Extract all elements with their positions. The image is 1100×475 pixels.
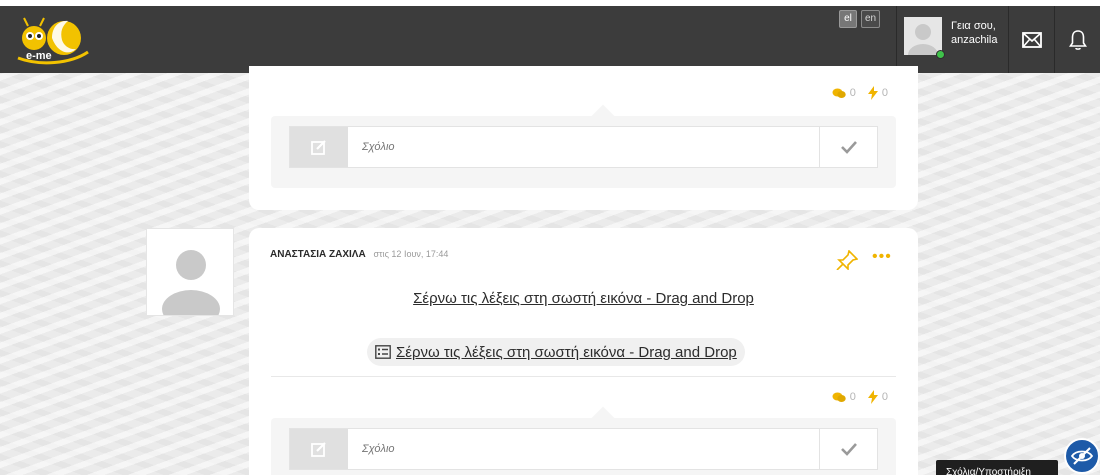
messages-button[interactable]	[1008, 6, 1054, 73]
submit-comment-button[interactable]	[819, 127, 877, 167]
user-greeting: Γεια σου, anzachila	[951, 19, 997, 47]
top-bar: e-me el en Γεια σου, anzachila	[0, 0, 1100, 73]
lightning-icon	[867, 86, 878, 100]
comment-section	[271, 406, 896, 475]
comment-form	[289, 126, 878, 168]
post-meta: ΑΝΑΣΤΑΣΙΑ ΖΑΧΙΛΑ στις 12 Ιουν, 17:44	[270, 249, 448, 260]
e-me-logo[interactable]: e-me	[12, 8, 92, 70]
comments-count: 0	[849, 391, 856, 403]
user-avatar	[904, 17, 942, 55]
comments-icon	[832, 88, 846, 98]
post-card: ΑΝΑΣΤΑΣΙΑ ΖΑΧΙΛΑ στις 12 Ιουν, 17:44 •••…	[249, 228, 918, 475]
edit-icon	[290, 429, 348, 469]
feedback-button[interactable]	[1064, 438, 1100, 474]
edit-icon	[290, 127, 348, 167]
likes-count: 0	[881, 391, 888, 403]
envelope-icon	[1021, 31, 1042, 48]
lightning-icon	[867, 390, 878, 404]
checkmark-icon	[840, 443, 857, 456]
language-el-button[interactable]: el	[839, 10, 857, 28]
author-avatar[interactable]	[146, 228, 234, 316]
comments-icon	[832, 392, 846, 402]
online-status-indicator	[936, 50, 945, 59]
feedback-tooltip: Σχόλια/Υποστήριξη	[936, 460, 1058, 475]
username-text: anzachila	[951, 34, 998, 46]
comment-section	[271, 104, 896, 188]
notifications-button[interactable]	[1054, 6, 1100, 73]
post-stats: 0 0	[832, 390, 888, 404]
greeting-text: Γεια σου,	[951, 20, 996, 32]
logo-text: e-me	[26, 50, 52, 62]
attached-activity-label: Σέρνω τις λέξεις στη σωστή εικόνα - Drag…	[396, 343, 737, 361]
post-title-link[interactable]: Σέρνω τις λέξεις στη σωστή εικόνα - Drag…	[249, 290, 918, 307]
user-menu[interactable]: Γεια σου, anzachila	[896, 6, 1008, 73]
comment-input[interactable]	[348, 127, 819, 167]
comment-form	[289, 428, 878, 470]
comments-count: 0	[849, 87, 856, 99]
likes-count: 0	[881, 87, 888, 99]
more-options-button[interactable]: •••	[872, 249, 892, 265]
bell-icon	[1068, 29, 1087, 50]
submit-comment-button[interactable]	[819, 429, 877, 469]
pin-button[interactable]	[836, 249, 859, 275]
divider	[271, 376, 896, 377]
eye-slash-icon	[1071, 447, 1093, 465]
checkmark-icon	[840, 141, 857, 154]
post-card: 0 0	[249, 66, 918, 210]
post-stats: 0 0	[832, 86, 888, 100]
language-en-button[interactable]: en	[861, 10, 881, 28]
attached-activity-link[interactable]: Σέρνω τις λέξεις στη σωστή εικόνα - Drag…	[367, 338, 745, 366]
list-icon	[375, 345, 391, 359]
post-author[interactable]: ΑΝΑΣΤΑΣΙΑ ΖΑΧΙΛΑ	[270, 249, 366, 260]
pin-icon	[836, 249, 859, 271]
comment-input[interactable]	[348, 429, 819, 469]
post-date: στις 12 Ιουν, 17:44	[373, 249, 449, 259]
